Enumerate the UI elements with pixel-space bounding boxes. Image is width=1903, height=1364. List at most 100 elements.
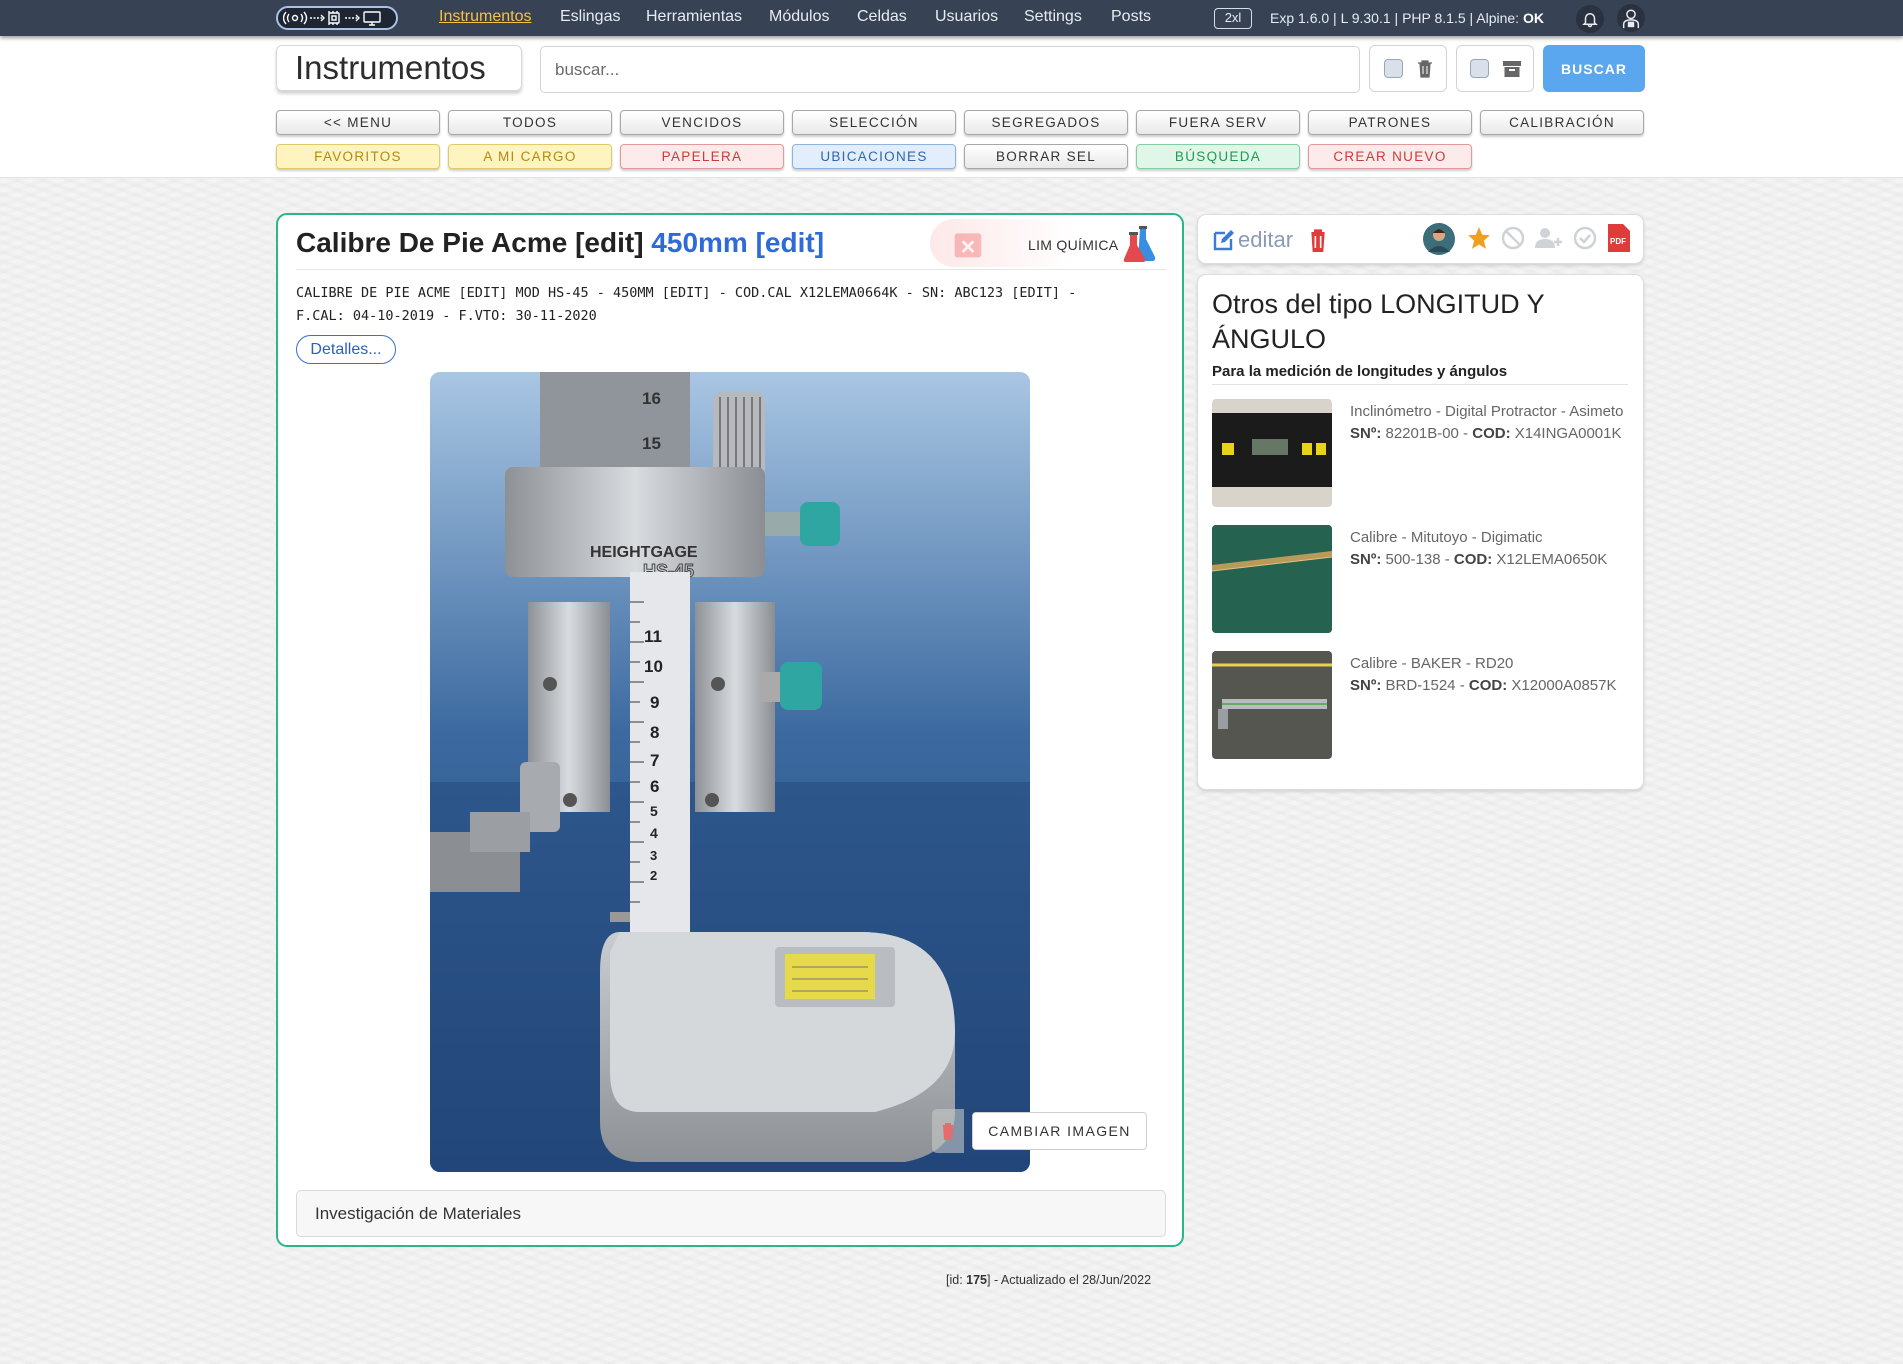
- nav-eslingas[interactable]: Eslingas: [560, 8, 620, 26]
- nav-settings[interactable]: Settings: [1024, 8, 1082, 26]
- related-info: Calibre - Mitutoyo - Digimatic SNº: 500-…: [1350, 527, 1640, 571]
- nav-usuarios[interactable]: Usuarios: [935, 8, 998, 26]
- sn-label: SNº:: [1350, 677, 1382, 694]
- protractor-thumb-icon: [1212, 399, 1332, 507]
- description-line-1: CALIBRE DE PIE ACME [EDIT] MOD HS-45 - 4…: [296, 285, 1077, 301]
- bell-icon: [1582, 13, 1598, 28]
- sn-label: SNº:: [1350, 551, 1382, 568]
- edit-icon: [1213, 230, 1234, 251]
- filter-seleccion[interactable]: SELECCIÓN: [792, 110, 956, 135]
- related-instruments-panel: Otros del tipo LONGITUD Y ÁNGULO Para la…: [1197, 274, 1644, 790]
- height-gauge-image: HEIGHTGAGE HS-45 1615 11109 876 54 32: [430, 372, 1030, 1172]
- pdf-icon[interactable]: PDF: [1608, 224, 1630, 252]
- filter-a-mi-cargo[interactable]: A MI CARGO: [448, 144, 612, 169]
- caliper-thumb-icon: [1212, 651, 1332, 759]
- related-thumbnail: [1212, 525, 1332, 633]
- details-button[interactable]: Detalles...: [296, 335, 396, 364]
- related-codes: SNº: 82201B-00 - COD: X14INGA0001K: [1350, 425, 1622, 442]
- notifications-button[interactable]: [1576, 5, 1604, 33]
- related-item[interactable]: Calibre - Mitutoyo - Digimatic SNº: 500-…: [1212, 525, 1632, 635]
- trash-icon: [941, 1123, 955, 1140]
- related-item[interactable]: Inclinómetro - Digital Protractor - Asim…: [1212, 399, 1632, 509]
- cod-label: COD:: [1453, 551, 1493, 568]
- related-name: Inclinómetro - Digital Protractor - Asim…: [1350, 403, 1624, 420]
- filter-vencidos[interactable]: VENCIDOS: [620, 110, 784, 135]
- related-thumbnail: [1212, 651, 1332, 759]
- calendar-x-icon: [954, 233, 982, 258]
- assign-user-icon[interactable]: [1534, 226, 1564, 250]
- top-navbar: Instrumentos Eslingas Herramientas Módul…: [0, 0, 1903, 36]
- cod-label: COD:: [1472, 425, 1511, 442]
- borrar-seleccion-button[interactable]: BORRAR SEL: [964, 144, 1128, 169]
- instrument-description: CALIBRE DE PIE ACME [EDIT] MOD HS-45 - 4…: [296, 282, 1176, 328]
- svg-text:PDF: PDF: [1610, 237, 1626, 246]
- related-sn: BRD-1524: [1385, 677, 1456, 694]
- search-button[interactable]: BUSCAR: [1543, 45, 1645, 92]
- related-name: Calibre - Mitutoyo - Digimatic: [1350, 529, 1543, 546]
- user-avatar-icon: [1622, 9, 1640, 29]
- version-info: Exp 1.6.0 | L 9.30.1 | PHP 8.1.5 | Alpin…: [1270, 10, 1544, 26]
- nav-modulos[interactable]: Módulos: [769, 8, 829, 26]
- related-subtitle: Para la medición de longitudes y ángulos: [1212, 363, 1508, 380]
- responsible-avatar[interactable]: [1422, 222, 1456, 256]
- gauge-brand-text: HEIGHTGAGE: [590, 544, 698, 561]
- footer-updated: ] - Actualizado el 28/Jun/2022: [987, 1273, 1152, 1287]
- instrument-name[interactable]: Calibre De Pie Acme [edit]: [296, 227, 644, 258]
- filter-favoritos[interactable]: FAVORITOS: [276, 144, 440, 169]
- instrument-range[interactable]: 450mm [edit]: [651, 227, 824, 258]
- app-logo[interactable]: [276, 6, 398, 30]
- user-menu-button[interactable]: [1617, 4, 1645, 32]
- record-footer: [id: 175] - Actualizado el 28/Jun/2022: [946, 1273, 1151, 1287]
- record-id: 175: [966, 1273, 988, 1287]
- svg-text:15: 15: [642, 434, 661, 453]
- related-divider: [1212, 384, 1628, 385]
- related-item[interactable]: Calibre - BAKER - RD20 SNº: BRD-1524 - C…: [1212, 651, 1632, 761]
- change-image-button[interactable]: CAMBIAR IMAGEN: [972, 1112, 1147, 1150]
- footer-id-prefix: [id:: [946, 1273, 967, 1287]
- filter-calibracion[interactable]: CALIBRACIÓN: [1480, 110, 1644, 135]
- flask-icon: [1123, 226, 1156, 262]
- svg-text:7: 7: [650, 751, 659, 770]
- edit-button[interactable]: editar: [1212, 227, 1293, 253]
- related-sn: 82201B-00: [1385, 425, 1459, 442]
- out-of-service-icon[interactable]: [1501, 226, 1525, 250]
- nav-instrumentos[interactable]: Instrumentos: [439, 8, 531, 26]
- nav-herramientas[interactable]: Herramientas: [646, 8, 742, 26]
- filter-ubicaciones[interactable]: UBICACIONES: [792, 144, 956, 169]
- archive-checkbox[interactable]: [1469, 59, 1489, 78]
- logo-icon: [283, 11, 381, 26]
- select-all-checkbox[interactable]: [1383, 59, 1403, 78]
- related-sn: 500-138: [1385, 551, 1441, 568]
- svg-text:2: 2: [650, 868, 657, 883]
- filter-busqueda[interactable]: BÚSQUEDA: [1136, 144, 1300, 169]
- related-codes: SNº: 500-138 - COD: X12LEMA0650K: [1350, 551, 1608, 568]
- related-cod: X12000A0857K: [1511, 677, 1617, 694]
- archive-icon[interactable]: [1502, 60, 1521, 77]
- delete-icon[interactable]: [1307, 228, 1329, 252]
- svg-text:8: 8: [650, 723, 659, 742]
- filter-papelera[interactable]: PAPELERA: [620, 144, 784, 169]
- lab-label: LIM QUÍMICA: [1028, 237, 1119, 253]
- filter-patrones[interactable]: PATRONES: [1308, 110, 1472, 135]
- instrument-title: Calibre De Pie Acme [edit] 450mm [edit]: [296, 227, 824, 259]
- trash-icon[interactable]: [1417, 59, 1433, 78]
- filter-fuera-serv[interactable]: FUERA SERV: [1136, 110, 1300, 135]
- favorite-star-icon[interactable]: [1466, 225, 1492, 251]
- search-input[interactable]: [540, 46, 1360, 93]
- related-info: Calibre - BAKER - RD20 SNº: BRD-1524 - C…: [1350, 653, 1640, 697]
- delete-image-button[interactable]: [932, 1109, 964, 1153]
- filter-menu[interactable]: << MENU: [276, 110, 440, 135]
- nav-celdas[interactable]: Celdas: [857, 8, 907, 26]
- crear-nuevo-button[interactable]: CREAR NUEVO: [1308, 144, 1472, 169]
- related-info: Inclinómetro - Digital Protractor - Asim…: [1350, 401, 1640, 445]
- check-circle-icon[interactable]: [1573, 226, 1597, 250]
- related-codes: SNº: BRD-1524 - COD: X12000A0857K: [1350, 677, 1617, 694]
- related-title: Otros del tipo LONGITUD Y ÁNGULO: [1212, 289, 1545, 354]
- svg-text:11: 11: [644, 627, 662, 646]
- filter-todos[interactable]: TODOS: [448, 110, 612, 135]
- related-cod: X14INGA0001K: [1514, 425, 1622, 442]
- filter-segregados[interactable]: SEGREGADOS: [964, 110, 1128, 135]
- nav-posts[interactable]: Posts: [1111, 8, 1151, 26]
- location-field[interactable]: Investigación de Materiales: [296, 1190, 1166, 1237]
- caliper-thumb-icon: [1212, 525, 1332, 633]
